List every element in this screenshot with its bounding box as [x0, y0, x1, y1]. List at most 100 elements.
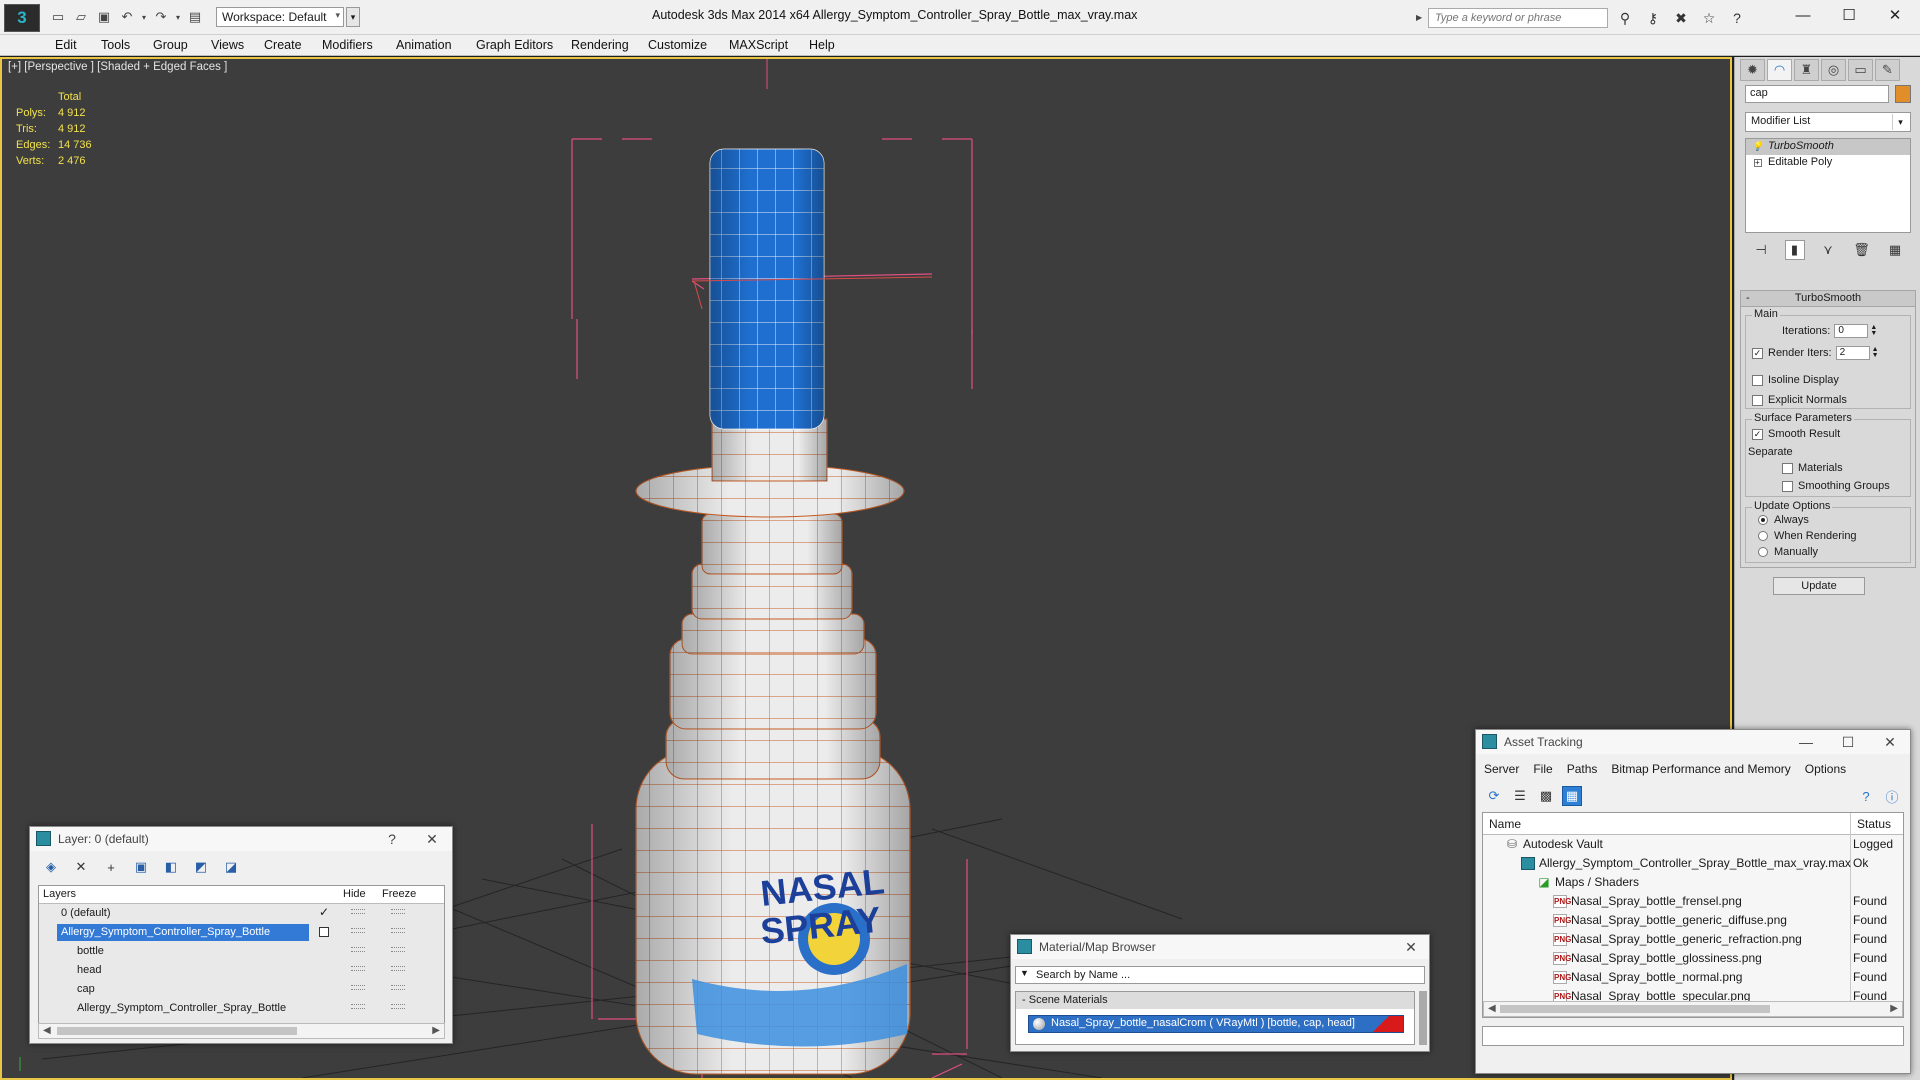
asset-row[interactable]: PNG Nasal_Spray_bottle_generic_refractio…	[1483, 930, 1903, 949]
object-name-field[interactable]: cap	[1745, 85, 1889, 103]
create-layer-icon[interactable]: ◈	[38, 857, 64, 877]
star-icon[interactable]: ☆	[1698, 8, 1720, 28]
menu-edit[interactable]: Edit	[55, 38, 77, 52]
explicit-normals-checkbox[interactable]	[1752, 394, 1763, 406]
freeze-toggle[interactable]	[391, 1004, 405, 1009]
when-rendering-option[interactable]: When Rendering	[1758, 530, 1857, 542]
modify-tab-icon[interactable]: ◠	[1767, 59, 1792, 81]
hide-toggle[interactable]	[351, 966, 365, 971]
close-icon[interactable]: ✕	[420, 829, 444, 849]
menu-customize[interactable]: Customize	[648, 38, 707, 52]
key-icon[interactable]: ⚷	[1642, 8, 1664, 28]
workspace-select[interactable]: Workspace: Default ▾	[216, 7, 344, 27]
scene-materials-header[interactable]: - Scene Materials	[1016, 992, 1414, 1009]
display-tab-icon[interactable]: ▭	[1848, 59, 1873, 81]
freeze-toggle[interactable]	[391, 947, 405, 952]
scroll-left-icon[interactable]: ◀	[43, 1024, 51, 1038]
menu-views[interactable]: Views	[211, 38, 244, 52]
when-rendering-radio[interactable]	[1758, 531, 1768, 541]
asset-row[interactable]: ⛁ Autodesk Vault Logged	[1483, 835, 1903, 854]
make-unique-icon[interactable]: ⋎	[1818, 240, 1838, 260]
remove-modifier-icon[interactable]: 🗑	[1852, 240, 1872, 260]
scroll-right-icon[interactable]: ▶	[1890, 1002, 1898, 1016]
material-vertical-scrollbar[interactable]	[1419, 991, 1427, 1045]
hide-toggle[interactable]	[351, 1004, 365, 1009]
menu-help[interactable]: Help	[809, 38, 835, 52]
manually-option[interactable]: Manually	[1758, 546, 1818, 558]
delete-layer-icon[interactable]: ✕	[68, 857, 94, 877]
asset-path-field[interactable]	[1482, 1026, 1904, 1046]
add-to-layer-icon[interactable]: +	[98, 857, 124, 877]
always-option[interactable]: Always	[1758, 514, 1809, 526]
object-color-swatch[interactable]	[1895, 85, 1911, 103]
exchange-icon[interactable]: ✖	[1670, 8, 1692, 28]
menu-animation[interactable]: Animation	[396, 38, 452, 52]
freeze-toggle[interactable]	[391, 985, 405, 990]
maximize-button[interactable]: ☐	[1826, 0, 1872, 30]
spinner-arrows-icon[interactable]: ▲ ▼	[1872, 346, 1879, 359]
hide-toggle[interactable]	[351, 985, 365, 990]
layer-row[interactable]: Allergy_Symptom_Controller_Spray_Bottle	[39, 923, 444, 942]
hide-toggle[interactable]	[351, 928, 365, 933]
smoothing-groups-checkbox[interactable]	[1782, 480, 1793, 492]
search-options-icon[interactable]: ▼	[1020, 968, 1029, 978]
thumbnail-view-icon[interactable]: ▩	[1536, 786, 1556, 806]
table-view-icon[interactable]: ▦	[1562, 786, 1582, 806]
stack-item-turbosmooth[interactable]: 💡 TurboSmooth	[1746, 139, 1910, 155]
freeze-toggle[interactable]	[391, 909, 405, 914]
hide-toggle[interactable]	[351, 909, 365, 914]
project-folder-icon[interactable]: ▤	[185, 7, 205, 27]
at-menu-file[interactable]: File	[1533, 762, 1552, 776]
render-iters-input[interactable]: 2	[1835, 346, 1870, 360]
at-menu-server[interactable]: Server	[1484, 762, 1519, 776]
freeze-all-icon[interactable]: ◪	[218, 857, 244, 877]
create-tab-icon[interactable]: ✹	[1740, 59, 1765, 81]
utilities-tab-icon[interactable]: ✎	[1875, 59, 1900, 81]
help-icon[interactable]: ?	[1726, 8, 1748, 28]
pin-stack-icon[interactable]: ⊣	[1751, 240, 1771, 260]
update-button[interactable]: Update	[1773, 577, 1865, 595]
always-radio[interactable]	[1758, 515, 1768, 525]
layer-horizontal-scrollbar[interactable]: ◀ ▶	[38, 1023, 445, 1039]
infocenter-search[interactable]	[1428, 8, 1608, 28]
binoculars-icon[interactable]: ⚲	[1614, 8, 1636, 28]
menu-modifiers[interactable]: Modifiers	[322, 38, 373, 52]
close-button[interactable]: ✕	[1872, 0, 1918, 30]
stack-item-editable-poly[interactable]: + Editable Poly	[1746, 155, 1910, 171]
viewport-label-menu[interactable]: [+] [Perspective ] [Shaded + Edged Faces…	[8, 61, 227, 73]
rollout-header[interactable]: - TurboSmooth	[1741, 291, 1915, 307]
undo-dropdown-icon[interactable]: ▾	[140, 7, 148, 27]
undo-icon[interactable]: ↶	[117, 7, 137, 27]
modifier-list-dropdown[interactable]: Modifier List ▾	[1745, 112, 1911, 132]
expand-plus-icon[interactable]: +	[1754, 159, 1762, 167]
new-file-icon[interactable]: ▭	[48, 7, 68, 27]
motion-tab-icon[interactable]: ◎	[1821, 59, 1846, 81]
maximize-icon[interactable]: ☐	[1836, 732, 1860, 752]
minimize-icon[interactable]: —	[1794, 732, 1818, 752]
menu-group[interactable]: Group	[153, 38, 188, 52]
app-menu-button[interactable]: 3	[4, 4, 40, 32]
select-objects-icon[interactable]: ▣	[128, 857, 154, 877]
menu-maxscript[interactable]: MAXScript	[729, 38, 788, 52]
scroll-right-icon[interactable]: ▶	[432, 1024, 440, 1038]
render-iters-checkbox[interactable]: ✓	[1752, 347, 1763, 359]
at-menu-paths[interactable]: Paths	[1567, 762, 1598, 776]
help-icon[interactable]: ?	[1856, 786, 1876, 806]
smooth-result-checkbox[interactable]: ✓	[1752, 428, 1763, 440]
material-search-field[interactable]: ▼ Search by Name ...	[1015, 966, 1425, 984]
layer-object-row[interactable]: bottle	[39, 942, 444, 961]
at-menu-options[interactable]: Options	[1805, 762, 1846, 776]
isoline-checkbox[interactable]	[1752, 374, 1763, 386]
toolbar-customize-icon[interactable]: ▾	[346, 7, 360, 27]
col-layers[interactable]: Layers	[43, 888, 76, 900]
redo-icon[interactable]: ↷	[151, 7, 171, 27]
asset-row[interactable]: PNG Nasal_Spray_bottle_glossiness.png Fo…	[1483, 949, 1903, 968]
freeze-toggle[interactable]	[391, 966, 405, 971]
material-item[interactable]: Nasal_Spray_bottle_nasalCrom ( VRayMtl )…	[1028, 1015, 1404, 1033]
redo-dropdown-icon[interactable]: ▾	[174, 7, 182, 27]
asset-row[interactable]: ◪ Maps / Shaders	[1483, 873, 1903, 892]
col-name[interactable]: Name	[1489, 817, 1521, 831]
layer-object-row[interactable]: head	[39, 961, 444, 980]
list-view-icon[interactable]: ☰	[1510, 786, 1530, 806]
info-icon[interactable]: ⓘ	[1882, 786, 1902, 806]
